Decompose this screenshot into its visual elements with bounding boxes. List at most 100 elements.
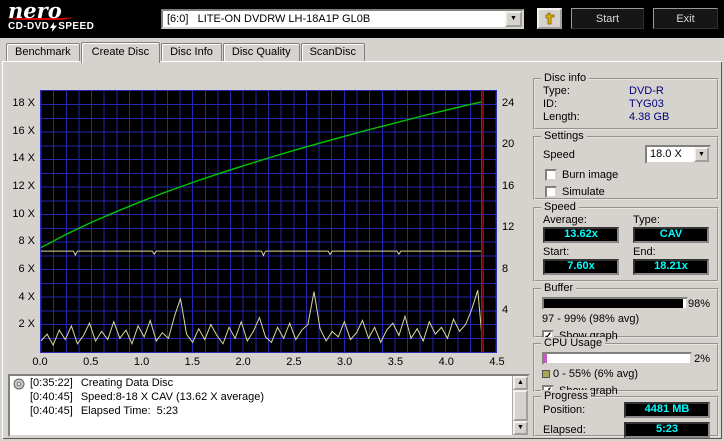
buffer-bar-fill — [544, 299, 684, 308]
buffer-range-value: 97 - 99% (98% avg) — [542, 313, 640, 325]
average-value: 13.62x — [543, 227, 619, 243]
y-axis-left: 18 X 16 X 14 X 12 X 10 X 8 X 6 X 4 X 2 X — [4, 90, 37, 353]
position-label: Position: — [543, 404, 586, 416]
product-right: SPEED — [58, 21, 95, 32]
nero-logo: nero CD-DVD SPEED — [8, 0, 94, 32]
buffer-percent: 98% — [687, 297, 710, 310]
chevron-down-icon[interactable]: ▼ — [505, 11, 522, 27]
x-axis: 0.0 0.5 1.0 1.5 2.0 2.5 3.0 3.5 4.0 4.5 — [32, 356, 504, 370]
group-title: Disc info — [541, 72, 590, 85]
y-axis-right-label: 24 — [502, 96, 515, 109]
x-axis-label: 2.5 — [286, 356, 302, 368]
y-axis-left-label: 14 X — [12, 152, 35, 165]
cpu-graph-swatch — [542, 370, 550, 378]
checkbox-box — [545, 186, 557, 198]
chevron-down-icon[interactable]: ▼ — [694, 147, 709, 162]
scroll-up-icon[interactable]: ▲ — [513, 376, 528, 390]
group-title: Settings — [541, 130, 587, 143]
disc-id-row: ID: TYG03 — [535, 98, 717, 111]
speed-line — [41, 101, 483, 249]
start-speed-value: 7.60x — [543, 259, 619, 275]
app-header: nero CD-DVD SPEED [6:0] LITE-ON DVDRW LH… — [0, 0, 724, 38]
tab-disc-info[interactable]: Disc Info — [161, 43, 222, 61]
status-log[interactable]: [0:35:22] Creating Data Disc [0:40:45] S… — [8, 374, 530, 437]
buffer-line — [41, 250, 482, 257]
disc-id-value: TYG03 — [629, 98, 664, 110]
y-axis-left-label: 4 X — [18, 290, 35, 303]
disc-id-label: ID: — [543, 98, 558, 110]
x-axis-label: 4.0 — [438, 356, 454, 368]
y-axis-right: 24 20 16 12 8 4 — [500, 90, 526, 353]
tab-disc-quality[interactable]: Disc Quality — [222, 43, 300, 61]
log-scrollbar[interactable]: ▲ ▼ — [512, 376, 528, 435]
disc-type-value: DVD-R — [629, 85, 664, 97]
elapsed-label: Elapsed: — [543, 424, 586, 436]
speed-values: Average: Type: 13.62x CAV Start: End: 7.… — [535, 209, 717, 278]
tab-scandisc[interactable]: ScanDisc — [300, 43, 366, 61]
lightning-icon — [50, 21, 58, 32]
progress-group: Progress Position: 4481 MB Elapsed: 5:23 — [533, 390, 719, 438]
x-axis-label: 1.0 — [133, 356, 150, 368]
log-entry-icon — [13, 378, 25, 389]
buffer-group: Buffer 98% 97 - 99% (98% avg) ✓ Show gra… — [533, 282, 719, 342]
start-speed-label: Start: — [543, 246, 570, 258]
elapsed-row: Elapsed: 5:23 — [535, 418, 717, 438]
cpu-range-text: 0 - 55% (6% avg) — [535, 365, 717, 380]
group-title: CPU Usage — [541, 337, 606, 350]
elapsed-value: 5:23 — [624, 422, 710, 438]
x-axis-label: 0.0 — [32, 356, 48, 368]
group-title: Progress — [541, 390, 592, 403]
drive-select[interactable]: [6:0] LITE-ON DVDRW LH-18A1P GL0B ▼ — [161, 9, 524, 29]
tab-create-disc[interactable]: Create Disc — [80, 42, 161, 63]
disc-length-value: 4.38 GB — [629, 111, 670, 123]
tab-benchmark[interactable]: Benchmark — [6, 43, 80, 61]
exit-button[interactable]: Exit — [653, 8, 718, 29]
disc-length-row: Length: 4.38 GB — [535, 111, 717, 124]
checkbox-box — [545, 169, 557, 181]
speed-select-value: 18.0 X — [650, 148, 682, 160]
y-axis-left-label: 8 X — [18, 235, 35, 248]
x-axis-label: 3.5 — [387, 356, 404, 368]
scroll-down-icon[interactable]: ▼ — [513, 421, 528, 435]
group-title: Buffer — [541, 282, 577, 295]
group-title: Speed — [541, 201, 579, 214]
checkbox-label: Burn image — [562, 169, 619, 181]
checkbox-simulate[interactable]: Simulate — [545, 186, 717, 198]
settings-group: Settings Speed 18.0 X ▼ Burn image Simul… — [533, 130, 719, 200]
x-axis-label: 2.0 — [235, 356, 251, 368]
y-axis-left-label: 18 X — [12, 96, 35, 109]
hand-icon — [545, 12, 555, 25]
y-axis-right-label: 8 — [502, 262, 509, 275]
speed-select[interactable]: 18.0 X ▼ — [645, 145, 711, 164]
disc-length-label: Length: — [543, 111, 580, 123]
options-hand-button[interactable] — [537, 8, 562, 29]
checkbox-burn-image[interactable]: Burn image — [545, 169, 717, 181]
drive-select-value: [6:0] LITE-ON DVDRW LH-18A1P GL0B — [167, 13, 371, 25]
cpu-percent: 2% — [694, 352, 710, 365]
y-axis-left-label: 16 X — [12, 124, 35, 137]
buffer-range-text: 97 - 99% (98% avg) — [535, 310, 717, 325]
product-name: CD-DVD SPEED — [8, 21, 94, 32]
y-axis-left-label: 6 X — [18, 262, 35, 275]
start-button[interactable]: Start — [571, 8, 644, 29]
cpu-range-value: 0 - 55% (6% avg) — [553, 368, 638, 380]
cpu-usage-group: CPU Usage 2% 0 - 55% (6% avg) ✓ Show gra… — [533, 337, 719, 397]
speed-group: Speed Average: Type: 13.62x CAV Start: E… — [533, 201, 719, 282]
disc-type-row: Type: DVD-R — [535, 85, 717, 98]
log-time: [0:35:22] — [30, 377, 73, 389]
average-label: Average: — [543, 214, 587, 226]
type-value: CAV — [633, 227, 709, 243]
tab-bar: Benchmark Create Disc Disc Info Disc Qua… — [6, 41, 366, 63]
speed-setting-label: Speed — [543, 148, 575, 161]
end-speed-value: 18.21x — [633, 259, 709, 275]
y-axis-left-label: 12 X — [12, 179, 35, 192]
y-axis-left-label: 10 X — [12, 207, 35, 220]
log-time: [0:40:45] — [30, 391, 73, 403]
checkbox-label: Simulate — [562, 186, 605, 198]
cpu-bar-fill — [544, 354, 547, 363]
position-value: 4481 MB — [624, 402, 710, 418]
cpu-line — [41, 290, 483, 347]
scroll-thumb[interactable] — [513, 390, 528, 421]
log-text: Creating Data Disc — [80, 377, 174, 389]
y-axis-left-label: 2 X — [18, 318, 35, 331]
